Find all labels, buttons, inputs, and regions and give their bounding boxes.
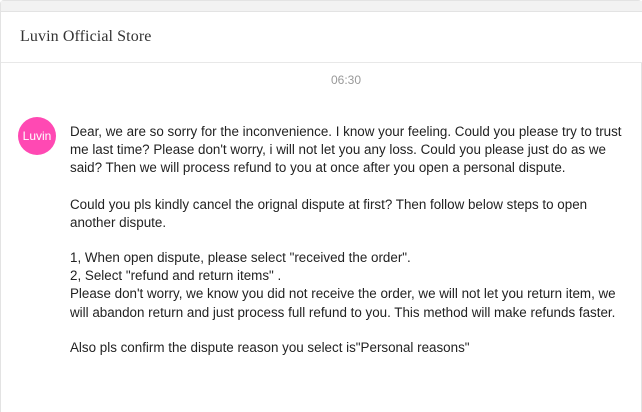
message-paragraph: Dear, we are so sorry for the inconvenie… bbox=[70, 124, 622, 176]
message-paragraph: Please don't worry, we know you did not … bbox=[70, 286, 616, 320]
message-step: 2, Select "refund and return items" . bbox=[70, 268, 282, 284]
message-paragraph: Also pls confirm the dispute reason you … bbox=[70, 339, 470, 355]
message-paragraph: Could you pls kindly cancel the orignal … bbox=[70, 196, 588, 230]
chat-window: Luvin Official Store 06:30 Luvin Dear, w… bbox=[0, 0, 642, 412]
chat-header: Luvin Official Store bbox=[1, 11, 642, 63]
store-avatar[interactable]: Luvin bbox=[18, 117, 56, 155]
message-bubble: Dear, we are so sorry for the inconvenie… bbox=[70, 123, 630, 357]
window-top-strip bbox=[1, 1, 642, 11]
message-step: 1, When open dispute, please select "rec… bbox=[70, 250, 411, 266]
store-name[interactable]: Luvin Official Store bbox=[20, 28, 151, 46]
message-timestamp: 06:30 bbox=[330, 73, 362, 87]
